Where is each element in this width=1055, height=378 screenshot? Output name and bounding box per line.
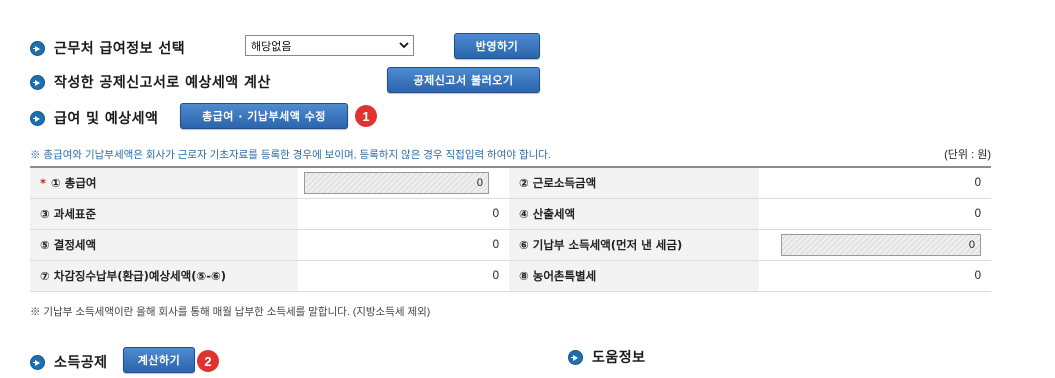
rural-tax-label: ⑧ 농어촌특별세 bbox=[509, 260, 759, 292]
deduction-report-section: 작성한 공제신고서로 예상세액 계산 bbox=[30, 72, 271, 92]
value-cell: 0 bbox=[298, 167, 509, 199]
employer-section: 근무처 급여정보 선택 bbox=[30, 38, 185, 58]
salary-section: 급여 및 예상세액 bbox=[30, 108, 158, 128]
edit-salary-button[interactable]: 총급여 · 기납부세액 수정 bbox=[180, 103, 348, 129]
arrow-circle-icon bbox=[30, 40, 45, 56]
top-note: ※ 총급여와 기납부세액은 회사가 근로자 기초자료를 등록한 경우에 보이며,… bbox=[30, 149, 551, 161]
determined-tax-value: 0 bbox=[298, 229, 509, 261]
label-cell: ② 근로소득금액 bbox=[509, 167, 759, 199]
total-salary-input[interactable]: 0 bbox=[304, 171, 489, 194]
employer-select-value: 해당없음 bbox=[251, 40, 292, 53]
determined-tax-label: ⑤ 결정세액 bbox=[30, 229, 298, 261]
arrow-circle-icon bbox=[30, 74, 45, 90]
value-cell: 0 bbox=[759, 229, 991, 261]
income-deduction-label: 소득공제 bbox=[54, 355, 108, 371]
computed-tax-value: 0 bbox=[759, 198, 991, 230]
income-deduction-section: 소득공제 bbox=[30, 352, 108, 372]
step-badge-2: 2 bbox=[197, 350, 219, 372]
calculate-button[interactable]: 계산하기 bbox=[123, 347, 195, 373]
unit-label: (단위 : 원) bbox=[944, 149, 991, 161]
rural-tax-value: 0 bbox=[759, 260, 991, 292]
bottom-note: ※ 기납부 소득세액이란 올해 회사를 통해 매월 납부한 소득세를 말합니다.… bbox=[30, 306, 431, 318]
employer-section-label: 근무처 급여정보 선택 bbox=[54, 41, 186, 57]
salary-section-label: 급여 및 예상세액 bbox=[54, 111, 159, 127]
arrow-circle-icon bbox=[30, 110, 45, 126]
arrow-circle-icon bbox=[30, 354, 45, 370]
employer-select[interactable]: 해당없음 bbox=[245, 35, 414, 56]
earned-income-label: ② 근로소득금액 bbox=[519, 175, 597, 190]
help-section[interactable]: 도움정보 bbox=[568, 347, 646, 367]
total-salary-label: ① 총급여 bbox=[51, 175, 97, 190]
table-row: ⑤ 결정세액 0 ⑥ 기납부 소득세액(먼저 낸 세금) 0 bbox=[30, 229, 991, 261]
arrow-circle-icon bbox=[568, 349, 583, 365]
help-label: 도움정보 bbox=[592, 350, 646, 366]
table-row: ⑦ 차감징수납부(환급)예상세액(⑤-⑥) 0 ⑧ 농어촌특별세 0 bbox=[30, 260, 991, 292]
earned-income-value: 0 bbox=[759, 167, 991, 199]
load-report-button[interactable]: 공제신고서 불러오기 bbox=[387, 67, 540, 93]
computed-tax-label: ④ 산출세액 bbox=[509, 198, 759, 230]
apply-button[interactable]: 반영하기 bbox=[454, 33, 540, 59]
tax-base-label: ③ 과세표준 bbox=[30, 198, 298, 230]
table-row: ③ 과세표준 0 ④ 산출세액 0 bbox=[30, 198, 991, 230]
expected-tax-value: 0 bbox=[298, 260, 509, 292]
expected-tax-label: ⑦ 차감징수납부(환급)예상세액(⑤-⑥) bbox=[30, 260, 298, 292]
label-cell: * ① 총급여 bbox=[30, 167, 298, 199]
required-mark: * bbox=[40, 175, 47, 190]
table-row: * ① 총급여 0 ② 근로소득금액 0 bbox=[30, 167, 991, 199]
tax-base-value: 0 bbox=[298, 198, 509, 230]
deduction-report-label: 작성한 공제신고서로 예상세액 계산 bbox=[54, 75, 271, 91]
prepaid-tax-input[interactable]: 0 bbox=[781, 233, 981, 256]
prepaid-tax-label: ⑥ 기납부 소득세액(먼저 낸 세금) bbox=[509, 229, 759, 261]
chevron-down-icon bbox=[399, 42, 409, 49]
salary-table: * ① 총급여 0 ② 근로소득금액 0 ③ 과세표준 0 ④ 산출세액 0 ⑤ … bbox=[30, 166, 991, 292]
step-badge-1: 1 bbox=[355, 105, 377, 127]
